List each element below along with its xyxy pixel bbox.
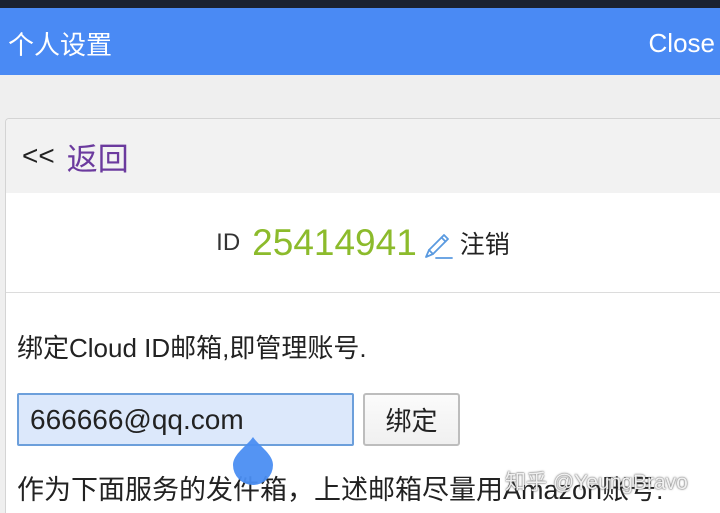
app-header: 个人设置 Close: [0, 8, 720, 75]
status-bar: [0, 0, 720, 8]
close-button[interactable]: Close: [649, 28, 715, 59]
card-header: << 返回: [6, 119, 720, 193]
id-label: ID: [216, 228, 241, 256]
pencil-icon[interactable]: [420, 227, 454, 261]
bind-email-description: 绑定Cloud ID邮箱,即管理账号.: [17, 333, 367, 363]
email-input[interactable]: [17, 393, 354, 446]
id-value: 25414941: [252, 221, 417, 263]
account-id-section: ID 25414941 注销: [6, 193, 720, 292]
back-link[interactable]: 返回: [67, 134, 129, 179]
logout-link[interactable]: 注销: [460, 225, 510, 261]
app-screen: 个人设置 Close << 返回 ID 25414941 注销 绑定Cloud …: [0, 0, 720, 513]
settings-card: << 返回 ID 25414941 注销 绑定Cloud ID邮箱,即管理账号.…: [5, 118, 720, 513]
bind-button[interactable]: 绑定: [363, 393, 460, 446]
section-divider: [6, 292, 720, 293]
text-cursor-handle-icon[interactable]: [229, 436, 277, 486]
watermark: 知乎 @YeungBravo: [505, 471, 688, 494]
back-arrows: <<: [22, 140, 55, 171]
page-title: 个人设置: [8, 30, 113, 60]
